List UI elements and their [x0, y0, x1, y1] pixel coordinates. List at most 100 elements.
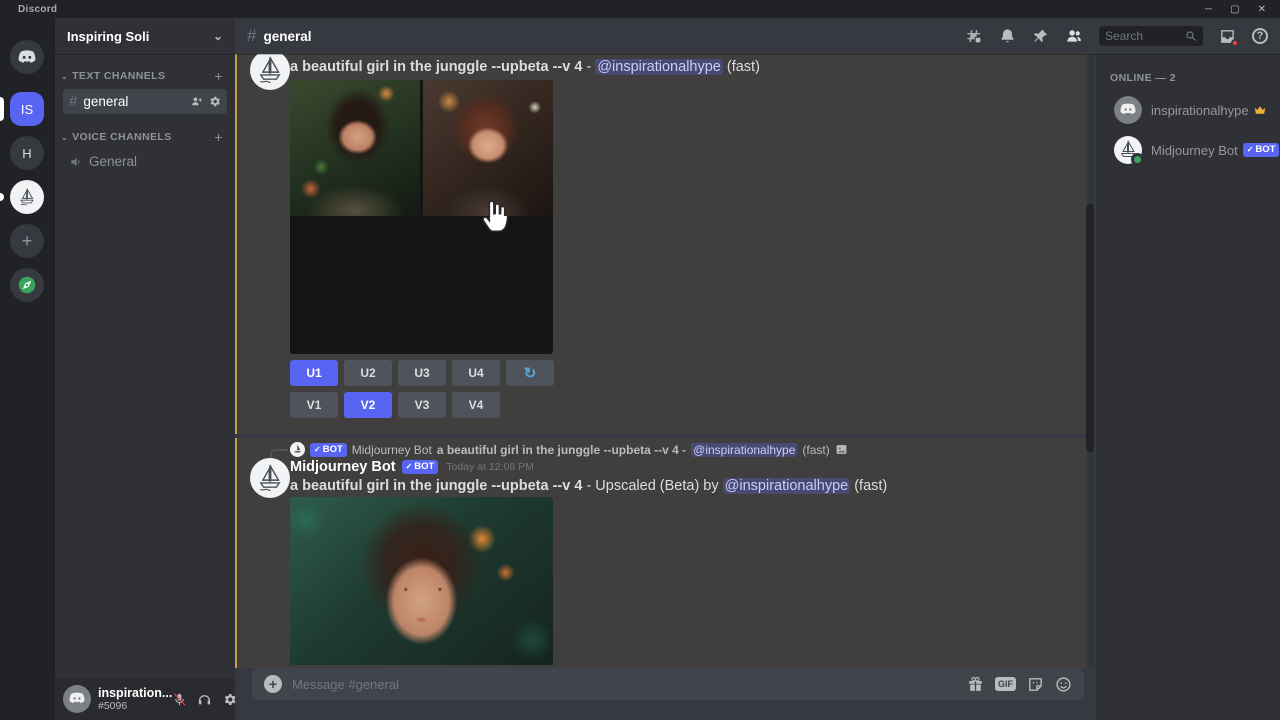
- headphones-icon[interactable]: [197, 692, 212, 707]
- reply-author[interactable]: Midjourney Bot: [352, 443, 432, 457]
- midjourney-bot-avatar[interactable]: [250, 54, 290, 90]
- channel-header: # general Search: [235, 18, 1280, 54]
- message-content: a beautiful girl in the junggle --upbeta…: [290, 478, 887, 494]
- prompt-text: a beautiful girl in the junggle --upbeta…: [290, 478, 582, 494]
- server-header[interactable]: Inspiring Soli ⌄: [55, 18, 235, 54]
- user-info[interactable]: inspiration... #5096: [98, 687, 172, 712]
- create-channel-icon[interactable]: +: [214, 68, 223, 84]
- reply-reference[interactable]: ✓BOT Midjourney Bot a beautiful girl in …: [290, 442, 848, 457]
- text-channels-section[interactable]: ⌄ TEXT CHANNELS +: [55, 54, 235, 88]
- edit-channel-gear-icon[interactable]: [208, 95, 221, 108]
- channel-general[interactable]: # general: [63, 89, 227, 114]
- channel-title: general: [263, 29, 311, 44]
- user-mention[interactable]: @inspirationalhype: [691, 443, 797, 457]
- bot-badge: ✓BOT: [402, 460, 439, 474]
- message-input[interactable]: + Message #general GIF: [252, 668, 1084, 700]
- midjourney-bot-avatar[interactable]: [250, 458, 290, 498]
- voice-channels-section[interactable]: ⌄ VOICE CHANNELS +: [55, 115, 235, 149]
- member-list-icon[interactable]: [1065, 27, 1083, 45]
- generated-image-3[interactable]: [290, 219, 420, 355]
- maximize-button[interactable]: ▢: [1230, 4, 1239, 15]
- user-discriminator: #5096: [98, 700, 172, 712]
- prompt-text: a beautiful girl in the junggle --upbeta…: [290, 59, 582, 75]
- voice-channel-name: General: [89, 154, 137, 169]
- reply-text: a beautiful girl in the junggle --upbeta…: [437, 443, 686, 457]
- reroll-button[interactable]: ↻: [506, 360, 554, 386]
- user-avatar[interactable]: [63, 685, 91, 713]
- chevron-down-icon: ⌄: [213, 29, 223, 43]
- upscale-button-u2[interactable]: U2: [344, 360, 392, 386]
- verified-check-icon: ✓: [406, 460, 413, 474]
- sailboat-icon: [16, 186, 38, 208]
- voice-channel-general[interactable]: General: [63, 150, 227, 173]
- search-input[interactable]: Search: [1099, 26, 1203, 46]
- speaker-icon: [69, 155, 83, 169]
- mouse-cursor-hand: [478, 198, 514, 238]
- titlebar: Discord ─ ▢ ✕: [0, 0, 1280, 18]
- gif-picker-icon[interactable]: GIF: [995, 677, 1016, 691]
- chat-scrollbar-thumb[interactable]: [1086, 204, 1094, 452]
- add-server-button[interactable]: +: [10, 224, 44, 258]
- help-icon[interactable]: ?: [1252, 28, 1268, 44]
- message-author-row: Midjourney Bot ✓BOT Today at 12:08 PM: [290, 459, 534, 475]
- emoji-picker-icon[interactable]: [1055, 676, 1072, 693]
- generated-image-1[interactable]: [290, 80, 420, 216]
- search-placeholder: Search: [1105, 29, 1185, 43]
- server-icon-midjourney[interactable]: [10, 180, 44, 214]
- section-chevron-icon: ⌄: [61, 72, 68, 81]
- variation-button-v3[interactable]: V3: [398, 392, 446, 418]
- threads-icon[interactable]: [966, 28, 983, 45]
- username: inspiration...: [98, 687, 172, 700]
- member-midjourney-bot[interactable]: Midjourney Bot ✓BOT: [1110, 132, 1272, 168]
- server-rail: IS H +: [0, 18, 55, 720]
- user-mention[interactable]: @inspirationalhype: [723, 478, 851, 494]
- message-input-placeholder: Message #general: [292, 677, 967, 692]
- close-button[interactable]: ✕: [1258, 4, 1266, 15]
- message-list: a beautiful girl in the junggle --upbeta…: [235, 54, 1096, 668]
- server-owner-crown-icon: [1254, 105, 1266, 115]
- section-chevron-icon: ⌄: [61, 133, 68, 142]
- verified-check-icon: ✓: [1247, 143, 1254, 157]
- channel-sidebar: Inspiring Soli ⌄ ⌄ TEXT CHANNELS + # gen…: [55, 18, 235, 720]
- timestamp: Today at 12:08 PM: [446, 461, 534, 473]
- upscale-button-u1[interactable]: U1: [290, 360, 338, 386]
- generated-image-2[interactable]: [423, 80, 553, 216]
- user-mention[interactable]: @inspirationalhype: [595, 59, 723, 75]
- selected-server-pill: [0, 97, 4, 121]
- server-icon-inspiring-soli[interactable]: IS: [10, 92, 44, 126]
- verified-check-icon: ✓: [314, 443, 321, 457]
- hash-icon: #: [69, 93, 77, 110]
- author-name[interactable]: Midjourney Bot: [290, 459, 396, 475]
- plus-icon: +: [22, 231, 33, 252]
- image-attachment-icon: [835, 443, 848, 456]
- pinned-messages-icon[interactable]: [1032, 28, 1049, 45]
- message-content: a beautiful girl in the junggle --upbeta…: [290, 59, 760, 75]
- explore-servers-button[interactable]: [10, 268, 44, 302]
- upscale-button-u4[interactable]: U4: [452, 360, 500, 386]
- attach-plus-icon[interactable]: +: [264, 675, 282, 693]
- search-icon: [1185, 30, 1197, 42]
- member-avatar: [1114, 96, 1142, 124]
- create-voice-channel-icon[interactable]: +: [214, 129, 223, 145]
- variation-button-v1[interactable]: V1: [290, 392, 338, 418]
- app-title: Discord: [18, 4, 57, 15]
- compass-icon: [16, 274, 38, 296]
- channel-name: general: [83, 94, 128, 109]
- variation-button-v2[interactable]: V2: [344, 392, 392, 418]
- bot-badge: ✓BOT: [1243, 143, 1280, 157]
- minimize-button[interactable]: ─: [1205, 4, 1212, 15]
- sticker-icon[interactable]: [1027, 676, 1044, 693]
- variation-button-v4[interactable]: V4: [452, 392, 500, 418]
- notifications-bell-icon[interactable]: [999, 28, 1016, 45]
- home-button[interactable]: [10, 40, 44, 74]
- invite-people-icon[interactable]: [190, 95, 203, 108]
- microphone-muted-icon[interactable]: [172, 692, 187, 707]
- server-icon-h[interactable]: H: [10, 136, 44, 170]
- member-inspirationalhype[interactable]: inspirationalhype: [1110, 92, 1272, 128]
- generated-image-4[interactable]: [423, 219, 553, 355]
- upscale-button-u3[interactable]: U3: [398, 360, 446, 386]
- upscaled-image[interactable]: [290, 497, 553, 665]
- gift-icon[interactable]: [967, 676, 984, 693]
- inbox-icon[interactable]: [1219, 28, 1236, 45]
- discord-logo-icon: [17, 50, 37, 64]
